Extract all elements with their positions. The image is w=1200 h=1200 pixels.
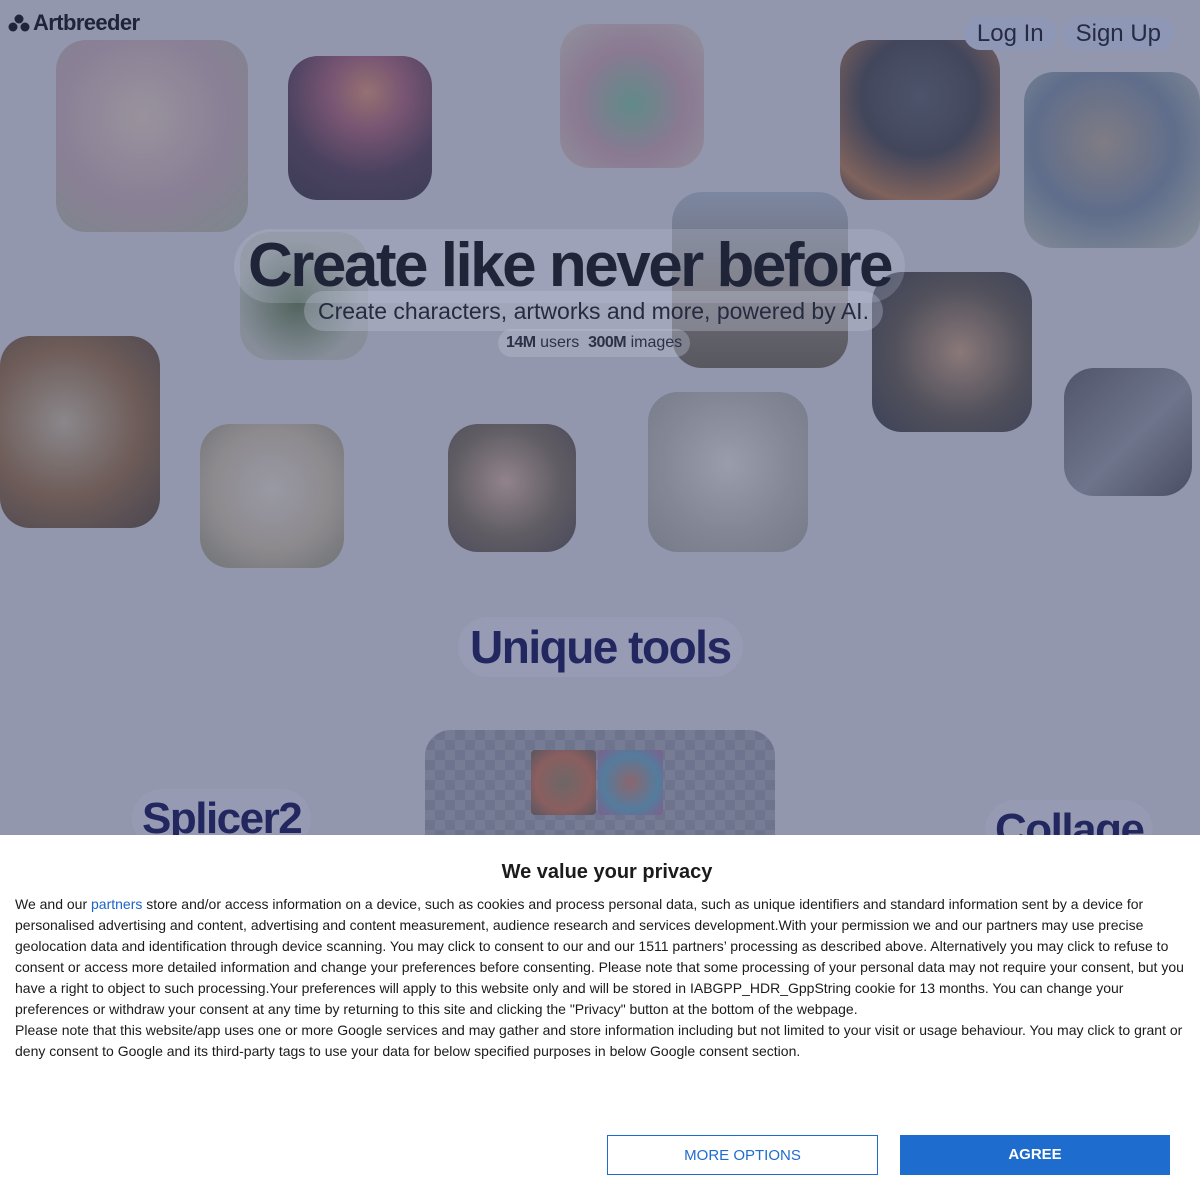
users-count: 14M: [506, 334, 536, 351]
consent-paragraph-2: Please note that this website/app uses o…: [15, 1022, 1183, 1059]
images-count: 300M: [588, 334, 627, 351]
login-button[interactable]: Log In: [963, 17, 1057, 50]
consent-body-text-1: store and/or access information on a dev…: [15, 896, 1184, 1017]
images-label: images: [630, 334, 683, 351]
consent-title: We value your privacy: [501, 861, 713, 883]
more-options-button[interactable]: MORE OPTIONS: [607, 1135, 878, 1175]
landing-page: Artbreeder Log In Sign Up Create like ne…: [0, 0, 1200, 1200]
signup-button[interactable]: Sign Up: [1062, 17, 1174, 50]
auth-buttons: Log In Sign Up: [963, 17, 1174, 50]
agree-button[interactable]: AGREE: [900, 1135, 1170, 1175]
consent-paragraph-1: We and our partners store and/or access …: [15, 894, 1187, 1020]
unique-tools-heading: Unique tools: [458, 617, 743, 677]
users-label: users: [540, 334, 580, 351]
consent-body: We and our partners store and/or access …: [15, 894, 1187, 1062]
artbreeder-logo[interactable]: Artbreeder: [8, 10, 140, 36]
hero-stats: 14M users 300M images: [498, 329, 691, 357]
logo-icon: [8, 14, 30, 32]
privacy-consent-dialog: We value your privacy We and our partner…: [0, 835, 1200, 1200]
logo-text: Artbreeder: [33, 10, 140, 35]
partners-link[interactable]: partners: [91, 896, 142, 912]
hero-subtitle: Create characters, artworks and more, po…: [304, 291, 883, 331]
consent-intro: We and our: [15, 896, 88, 912]
